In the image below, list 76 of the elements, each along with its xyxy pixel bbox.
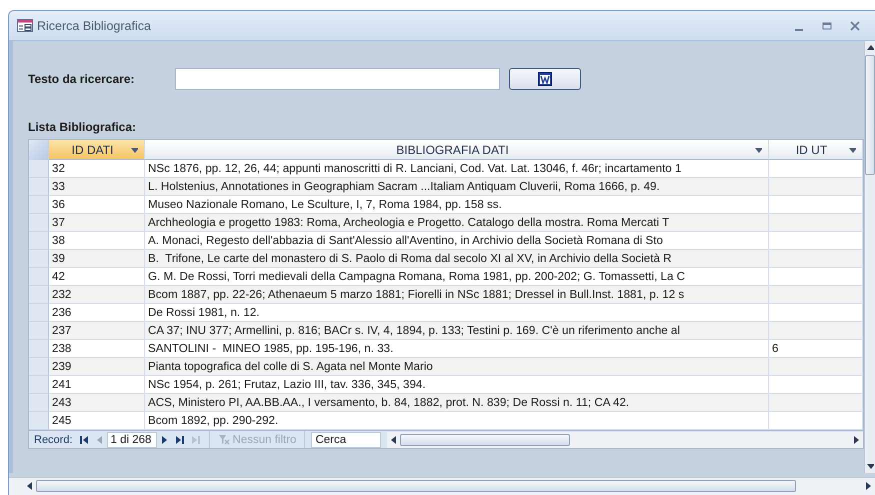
table-cell: 37 [49, 214, 145, 232]
row-selector[interactable] [29, 286, 49, 304]
form-icon [17, 19, 33, 32]
row-selector[interactable] [29, 214, 49, 232]
row-selector[interactable] [29, 196, 49, 214]
table-cell: 33 [49, 178, 145, 196]
row-selector[interactable] [29, 304, 49, 322]
row-selector[interactable] [29, 250, 49, 268]
row-selector[interactable] [29, 358, 49, 376]
horizontal-scrollbar[interactable] [387, 432, 863, 448]
row-selector[interactable] [29, 268, 49, 286]
table-cell: SANTOLINI - MINEO 1985, pp. 195-196, n. 33. [145, 340, 769, 358]
maximize-icon [822, 20, 832, 30]
table-cell: A. Monaci, Regesto dell'abbazia di Sant'Alessio all'Aventino, in Archivio della Società Romana di Sto [145, 232, 769, 250]
table-cell: ACS, Ministero PI, AA.BB.AA., I versamento, b. 84, 1882, prot. N. 839; De Rossi n. 11; CA 42. [145, 394, 769, 412]
row-selector[interactable] [29, 232, 49, 250]
select-all-corner[interactable] [29, 140, 49, 160]
word-icon [538, 72, 552, 86]
table-cell: 245 [49, 412, 145, 430]
record-position-field[interactable]: 1 di 268 [106, 432, 157, 448]
table-cell: Museo Nazionale Romano, Le Sculture, I, 7, Roma 1984, pp. 158 ss. [145, 196, 769, 214]
row-selector[interactable] [29, 376, 49, 394]
scroll-down-icon [866, 461, 874, 471]
column-header[interactable]: ID UT [769, 140, 863, 160]
close-icon [850, 20, 860, 30]
record-label: Record: [33, 434, 74, 446]
table-cell: 241 [49, 376, 145, 394]
table-cell: 243 [49, 394, 145, 412]
list-label: Lista Bibliografica: [28, 120, 136, 134]
table-cell: Archheologia e progetto 1983: Roma, Archeologia e Progetto. Catalogo della mostra. Roma Mercati T [145, 214, 769, 232]
scroll-up-icon [866, 43, 874, 53]
table-cell: B. Trifone, Le carte del monastero di S. Paolo di Roma dal secolo XI al XV, in Archivio della Società R [145, 250, 769, 268]
table-cell: 32 [49, 160, 145, 178]
first-icon [80, 434, 90, 444]
table-cell: NSc 1876, pp. 12, 26, 44; appunti manoscritti di R. Lanciani, Cod. Vat. Lat. 13046, f. 46r; incartamento 1 [145, 160, 769, 178]
table-cell: 236 [49, 304, 145, 322]
table-cell: 232 [49, 286, 145, 304]
next-icon [160, 434, 168, 444]
row-selector[interactable] [29, 160, 49, 178]
last-icon [174, 434, 184, 444]
table-cell: 238 [49, 340, 145, 358]
scroll-right-icon [864, 481, 872, 491]
vertical-scrollbar[interactable] [864, 41, 875, 473]
previous-icon [96, 434, 104, 444]
table-cell: 6 [769, 340, 863, 358]
search-field[interactable]: Cerca [311, 432, 382, 448]
row-selector[interactable] [29, 322, 49, 340]
column-header[interactable]: ID DATI [49, 140, 145, 160]
table-cell: 38 [49, 232, 145, 250]
row-selector[interactable] [29, 394, 49, 412]
table-cell: 42 [49, 268, 145, 286]
filter-icon [218, 434, 230, 445]
table-cell: 237 [49, 322, 145, 340]
table-cell: NSc 1954, p. 261; Frutaz, Lazio III, tav. 336, 345, 394. [145, 376, 769, 394]
table-cell: 39 [49, 250, 145, 268]
scroll-right-icon [852, 434, 860, 444]
minimize-icon [795, 28, 803, 30]
table-cell: Bcom 1887, pp. 22-26; Athenaeum 5 marzo 1881; Fiorelli in NSc 1881; Dressel in Bull.Inst. 1881, p. 12 s [145, 286, 769, 304]
table-cell: De Rossi 1981, n. 12. [145, 304, 769, 322]
table-cell: G. M. De Rossi, Torri medievali della Campagna Romana, Roma 1981, pp. 200-202; G. Tomassetti, La C [145, 268, 769, 286]
table-cell: CA 37; INU 377; Armellini, p. 816; BACr s. IV, 4, 1894, p. 133; Testini p. 169. C'è un riferimento anche al [145, 322, 769, 340]
table-cell: Bcom 1892, pp. 290-292. [145, 412, 769, 430]
column-header[interactable]: BIBLIOGRAFIA DATI [145, 140, 769, 160]
table-cell: Pianta topografica del colle di S. Agata nel Monte Mario [145, 358, 769, 376]
window-title: Ricerca Bibliografica [37, 18, 152, 32]
word-export-button[interactable] [509, 68, 581, 90]
row-selector[interactable] [29, 340, 49, 358]
table-cell: L. Holstenius, Annotationes in Geographiam Sacram ...Italiam Antiquam Cluverii, Roma 1666, p. 49. [145, 178, 769, 196]
new-record-icon [190, 434, 200, 444]
table-cell: 36 [49, 196, 145, 214]
search-label: Testo da ricercare: [28, 72, 136, 86]
row-selector[interactable] [29, 178, 49, 196]
table-cell: 239 [49, 358, 145, 376]
search-field[interactable] [175, 68, 500, 90]
row-selector[interactable] [29, 412, 49, 430]
scroll-left-icon [26, 481, 34, 491]
